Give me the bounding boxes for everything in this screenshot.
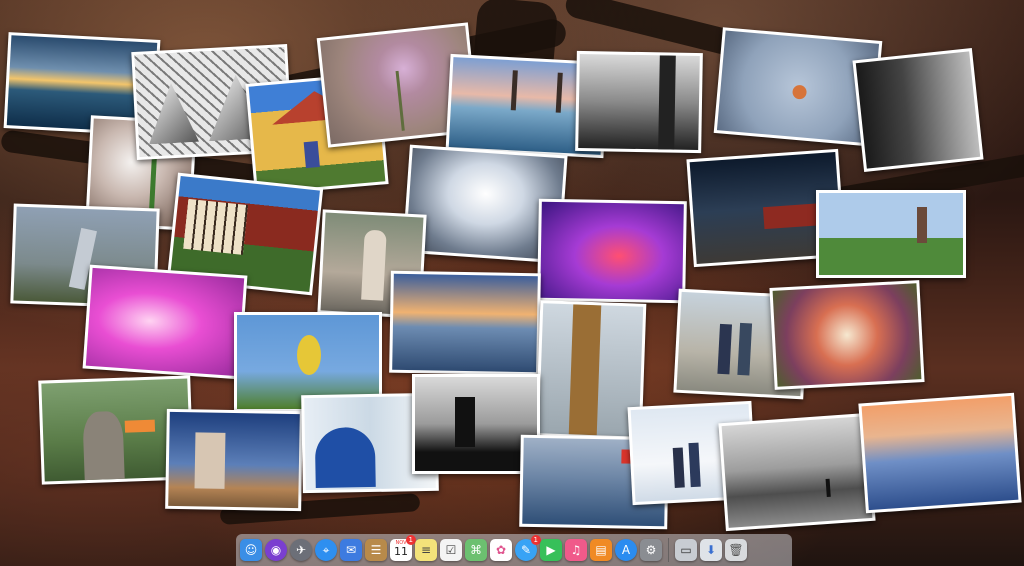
- dock-separator: [668, 538, 669, 562]
- ibooks-icon[interactable]: ▤: [590, 539, 612, 561]
- photo-bw-beach-person[interactable]: [718, 412, 876, 532]
- photo-church-park[interactable]: [816, 190, 966, 278]
- mail-icon[interactable]: ✉: [340, 539, 362, 561]
- facetime-icon[interactable]: ▶: [540, 539, 562, 561]
- maps-icon[interactable]: ⌘: [465, 539, 487, 561]
- messages-icon[interactable]: ✎ 1: [515, 535, 541, 561]
- photos-icon[interactable]: ✿: [490, 539, 512, 561]
- photo-pink-tunnel[interactable]: [82, 264, 248, 380]
- photo-bw-train[interactable]: [852, 48, 984, 172]
- photo-food-dish[interactable]: [769, 280, 925, 390]
- launchpad-icon[interactable]: ✈: [290, 539, 312, 561]
- reminders-icon[interactable]: ☑: [440, 539, 462, 561]
- notes-icon[interactable]: ≡: [415, 539, 437, 561]
- photo-bw-tulips[interactable]: [575, 50, 703, 154]
- finder-icon[interactable]: ☺: [240, 539, 262, 561]
- system-preferences-icon[interactable]: ⚙: [640, 539, 662, 561]
- downloads-icon[interactable]: ⬇: [700, 539, 722, 561]
- siri-icon[interactable]: ◉: [265, 539, 287, 561]
- photo-purple-room[interactable]: [537, 198, 687, 304]
- safari-icon[interactable]: ⌖: [315, 539, 337, 561]
- contacts-icon[interactable]: ☰: [365, 539, 387, 561]
- app-store-icon[interactable]: A: [615, 539, 637, 561]
- trash-icon[interactable]: 🗑: [725, 539, 747, 561]
- photo-beach-dusk[interactable]: [858, 392, 1022, 514]
- photo-ruined-church[interactable]: [165, 408, 303, 512]
- desktop-folder-icon[interactable]: ▭: [675, 539, 697, 561]
- itunes-icon[interactable]: ♫: [565, 539, 587, 561]
- calendar-day: 11: [394, 545, 408, 558]
- calendar-icon[interactable]: NOV 11 1: [390, 535, 416, 561]
- dock: ☺ ◉ ✈ ⌖ ✉ ☰ NOV 11 1 ≡ ☑ ⌘ ✿ ✎ 1 ▶ ♫ ▤ A…: [236, 534, 792, 566]
- photo-sunset-beach[interactable]: [389, 270, 541, 376]
